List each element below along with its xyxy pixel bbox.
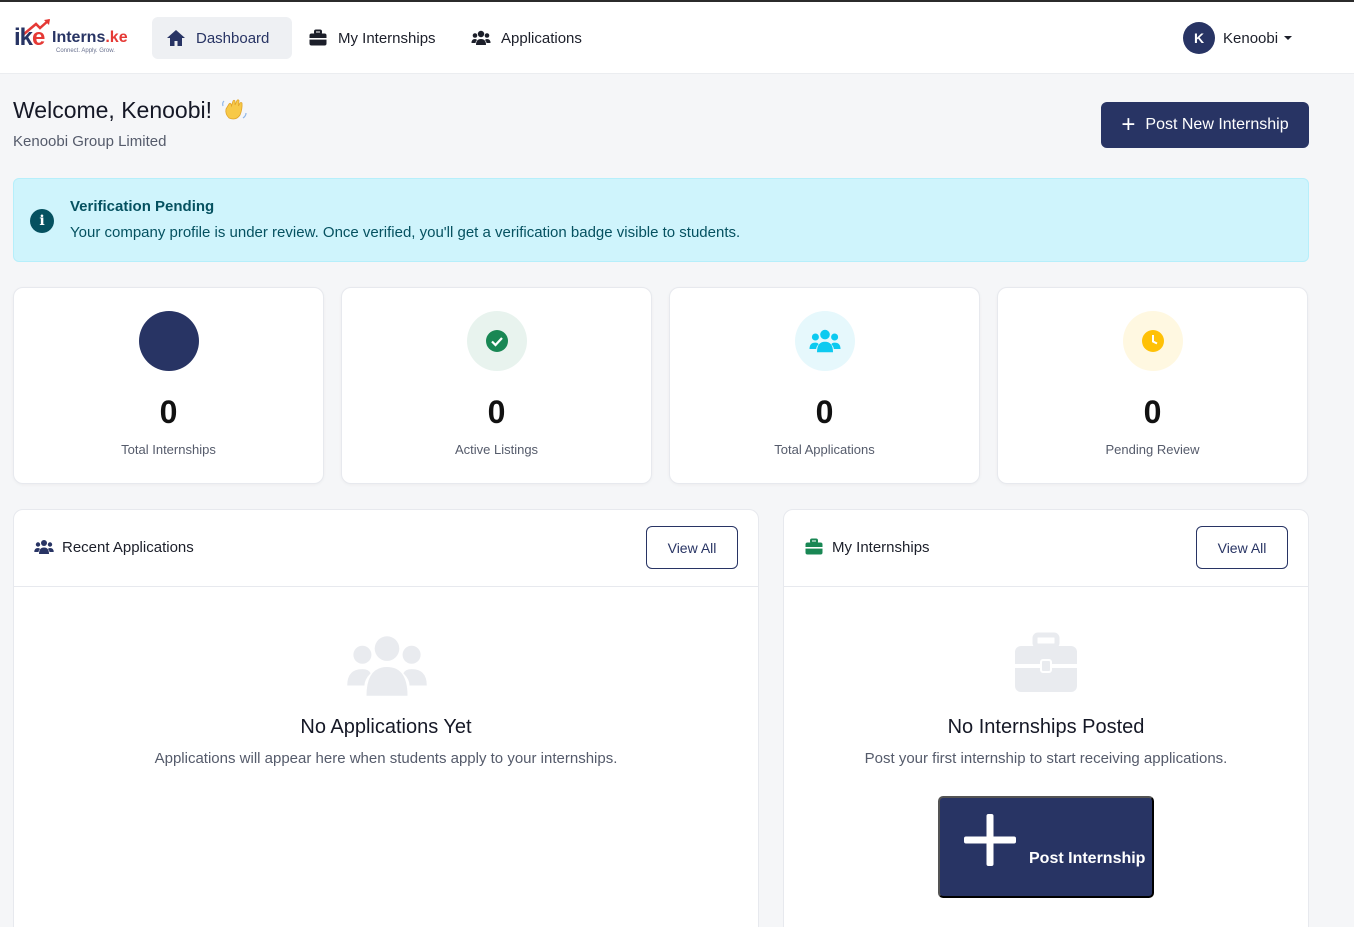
verification-alert: i Verification Pending Your company prof… xyxy=(13,178,1309,262)
logo[interactable]: ike Interns.ke Connect. Apply. Grow. xyxy=(14,19,138,58)
nav-applications[interactable]: Applications xyxy=(457,17,596,59)
avatar: K xyxy=(1183,22,1215,54)
users-icon xyxy=(347,636,427,696)
alert-title: Verification Pending xyxy=(70,198,215,215)
users-icon xyxy=(34,540,54,554)
nav-my-internships[interactable]: My Internships xyxy=(294,17,450,59)
briefcase-icon xyxy=(805,538,823,555)
stat-label: Active Listings xyxy=(454,442,539,457)
plus-icon: + xyxy=(1121,111,1136,138)
nav-dashboard[interactable]: Dashboard xyxy=(152,17,292,59)
post-internship-button[interactable]: Post Internship xyxy=(938,796,1154,898)
users-icon xyxy=(809,329,841,353)
post-internship-label: Post Internship xyxy=(1029,850,1146,867)
stat-card-active-listings: 0 Active Listings xyxy=(341,287,652,484)
stat-card-pending-review: 0 Pending Review xyxy=(997,287,1308,484)
stat-label: Total Internships xyxy=(121,442,216,457)
briefcase-icon xyxy=(139,311,199,371)
nav-my-internships-label: My Internships xyxy=(338,29,436,47)
logo-tagline: Connect. Apply. Grow. xyxy=(56,48,115,54)
stat-icon-circle xyxy=(467,311,527,371)
recent-applications-title: Recent Applications xyxy=(62,538,194,556)
plus-icon xyxy=(964,814,1016,866)
welcome-text: Welcome, Kenoobi! xyxy=(13,96,213,123)
briefcase-icon xyxy=(309,29,327,46)
nav-dashboard-label: Dashboard xyxy=(196,29,270,47)
logo-mark: ike xyxy=(14,24,45,51)
view-all-applications-button[interactable]: View All xyxy=(646,526,738,569)
page-title: Welcome, Kenoobi! xyxy=(13,96,248,124)
stat-value: 0 xyxy=(815,394,834,430)
info-icon: i xyxy=(30,209,54,233)
stat-value: 0 xyxy=(1143,394,1162,430)
empty-state-title: No Internships Posted xyxy=(947,716,1145,738)
users-icon xyxy=(471,30,491,45)
user-menu[interactable]: K Kenoobi xyxy=(1183,22,1293,54)
panel-header: My Internships View All xyxy=(784,510,1308,587)
stat-label: Pending Review xyxy=(1105,442,1200,457)
chevron-down-icon xyxy=(1284,36,1293,40)
waving-hand-icon xyxy=(222,99,247,120)
panel-title: My Internships xyxy=(804,538,930,556)
check-circle-icon xyxy=(486,330,508,352)
stat-value: 0 xyxy=(159,394,178,430)
empty-state-title: No Applications Yet xyxy=(300,716,472,738)
panel-title: Recent Applications xyxy=(34,538,194,556)
stat-icon-circle xyxy=(1123,311,1183,371)
panel-header: Recent Applications View All xyxy=(14,510,758,587)
recent-applications-panel: Recent Applications View All No Applicat… xyxy=(13,509,759,927)
my-internships-panel: My Internships View All No Internships P… xyxy=(783,509,1309,927)
post-new-internship-button[interactable]: + Post New Internship xyxy=(1101,102,1309,148)
briefcase-icon xyxy=(1015,632,1077,692)
user-name: Kenoobi xyxy=(1223,29,1279,47)
stat-card-total-internships: 0 Total Internships xyxy=(13,287,324,484)
stat-icon-circle xyxy=(795,311,855,371)
home-icon xyxy=(167,30,185,46)
alert-text: Your company profile is under review. On… xyxy=(70,224,741,241)
stat-label: Total Applications xyxy=(774,442,875,457)
clock-icon xyxy=(1142,330,1164,352)
stat-card-total-applications: 0 Total Applications xyxy=(669,287,980,484)
company-name: Kenoobi Group Limited xyxy=(13,133,167,150)
my-internships-title: My Internships xyxy=(832,538,930,556)
navbar: ike Interns.ke Connect. Apply. Grow. Das… xyxy=(0,2,1354,74)
stat-value: 0 xyxy=(487,394,506,430)
post-new-internship-label: Post New Internship xyxy=(1145,116,1289,133)
view-all-internships-button[interactable]: View All xyxy=(1196,526,1288,569)
empty-state-text: Post your first internship to start rece… xyxy=(864,750,1228,767)
empty-state-text: Applications will appear here when stude… xyxy=(154,750,618,767)
nav-applications-label: Applications xyxy=(501,29,582,47)
logo-name: Interns.ke xyxy=(52,29,128,46)
